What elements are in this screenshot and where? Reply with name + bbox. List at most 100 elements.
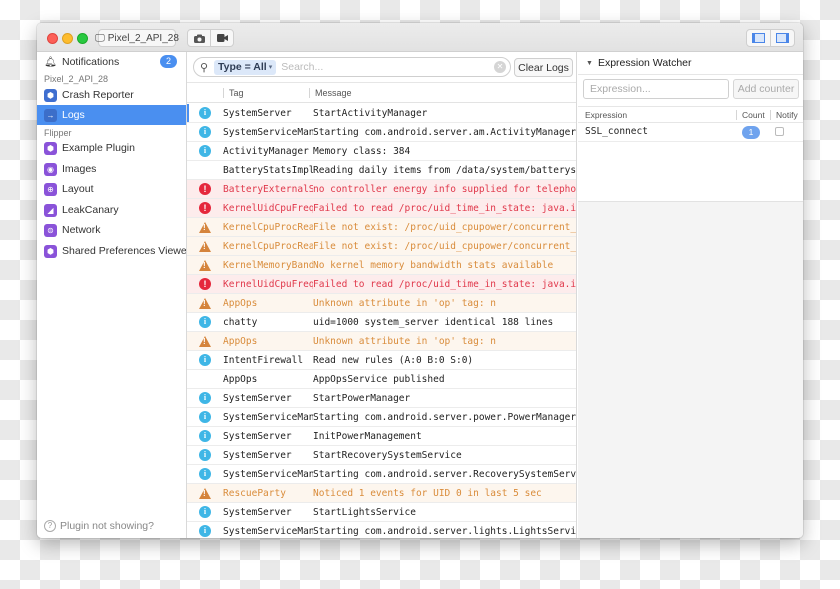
expression-name: SSL_connect <box>585 126 648 137</box>
log-message: Noticed 1 events for UID 0 in last 5 sec <box>313 487 542 499</box>
log-level-cell: i <box>187 316 223 328</box>
column-header-message[interactable]: Message <box>309 88 352 98</box>
sidebar-item-network[interactable]: ⊜ Network <box>37 220 186 240</box>
log-row[interactable]: i SystemServer InitPowerManagement <box>187 427 576 446</box>
info-icon: i <box>199 411 211 423</box>
add-counter-button[interactable]: Add counter <box>733 79 799 99</box>
error-icon: ! <box>199 183 211 195</box>
expression-watcher-header[interactable]: ▼ Expression Watcher <box>586 57 692 69</box>
log-tag: BatteryStatsImpl <box>223 164 313 176</box>
log-tag: SystemServiceManager <box>223 525 313 537</box>
log-tag: ActivityManager <box>223 145 309 157</box>
sidebar-item-crash-reporter[interactable]: ⬢ Crash Reporter <box>37 85 186 105</box>
log-row[interactable]: AppOps Unknown attribute in 'op' tag: n <box>187 294 576 313</box>
log-message: StartActivityManager <box>313 107 428 119</box>
log-message: StartPowerManager <box>313 392 411 404</box>
log-message: AppOpsService published <box>313 373 445 385</box>
info-icon: i <box>199 525 211 537</box>
log-level-cell: i <box>187 468 223 480</box>
screenshot-button[interactable] <box>187 29 211 47</box>
sidebar-item-layout[interactable]: ⊕ Layout <box>37 179 186 199</box>
log-row[interactable]: ! BatteryExternalStatsWorkerno controller… <box>187 180 576 199</box>
close-window-button[interactable] <box>47 33 58 44</box>
column-header-tag[interactable]: Tag <box>223 88 244 98</box>
log-message: No kernel memory bandwidth stats availab… <box>313 259 554 271</box>
log-tag: AppOps <box>223 335 258 347</box>
clear-search-icon[interactable]: ✕ <box>494 61 506 73</box>
log-row[interactable]: KernelCpuProcReaderFile not exist: /proc… <box>187 237 576 256</box>
search-box[interactable]: ⚲ Type = All ▾ ✕ <box>193 57 511 77</box>
log-level-cell: i <box>187 392 223 404</box>
log-level-cell: i <box>187 506 223 518</box>
log-row[interactable]: ! KernelUidCpuFreqTimeReaderFailed to rea… <box>187 199 576 218</box>
toggle-left-sidebar-button[interactable] <box>746 29 771 47</box>
expression-count: 1 <box>742 126 760 139</box>
log-row[interactable]: i SystemServiceManagerStarting com.androi… <box>187 123 576 142</box>
toggle-right-sidebar-button[interactable] <box>770 29 795 47</box>
info-icon: i <box>199 506 211 518</box>
log-row[interactable]: i SystemServer StartLightsService <box>187 503 576 522</box>
log-row[interactable]: RescueParty Noticed 1 events for UID 0 in… <box>187 484 576 503</box>
log-row[interactable]: AppOps AppOpsService published <box>187 370 576 389</box>
sidebar-item-logs[interactable]: → Logs <box>37 105 186 125</box>
log-row[interactable]: ! KernelUidCpuFreqTimeReaderFailed to rea… <box>187 275 576 294</box>
plugin-not-showing-link[interactable]: ? Plugin not showing? <box>44 520 154 532</box>
log-level-cell <box>187 335 223 347</box>
expression-row[interactable]: SSL_connect 1 <box>578 123 803 142</box>
log-row[interactable]: KernelMemoryBandwidthStatsNo kernel memo… <box>187 256 576 275</box>
log-level-cell: i <box>187 145 223 157</box>
log-level-cell: i <box>187 411 223 423</box>
log-tag: KernelCpuProcReader <box>223 221 313 233</box>
log-row[interactable]: i SystemServiceManagerStarting com.androi… <box>187 522 576 538</box>
sidebar-item-notifications[interactable]: 🔔︎ Notifications 2 <box>37 52 186 72</box>
warning-icon <box>199 335 211 347</box>
device-selector-button[interactable]: 🖵 Pixel_2_API_28 <box>95 29 179 47</box>
sidebar-item-leakcanary[interactable]: ◢ LeakCanary <box>37 200 186 220</box>
log-row[interactable]: i SystemServiceManagerStarting com.androi… <box>187 465 576 484</box>
log-tag: SystemServiceManager <box>223 126 313 138</box>
question-icon: ? <box>44 520 56 532</box>
warning-icon <box>199 240 211 252</box>
log-row[interactable]: i ActivityManager Memory class: 384 <box>187 142 576 161</box>
log-message: InitPowerManagement <box>313 430 422 442</box>
log-level-cell: i <box>187 449 223 461</box>
warning-icon <box>199 297 211 309</box>
expression-input[interactable] <box>583 79 729 99</box>
sidebar-item-example-plugin[interactable]: ⬢ Example Plugin <box>37 138 186 158</box>
sidebar-item-images[interactable]: ◉ Images <box>37 159 186 179</box>
column-header-expression: Expression <box>585 110 628 120</box>
clear-logs-button[interactable]: Clear Logs <box>514 58 573 77</box>
right-sidebar-toggle-icon <box>776 33 789 43</box>
log-row[interactable]: i IntentFirewall Read new rules (A:0 B:0 S… <box>187 351 576 370</box>
log-level-cell: ! <box>187 202 223 214</box>
log-row[interactable]: i chatty uid=1000 system_server identical … <box>187 313 576 332</box>
log-row[interactable]: BatteryStatsImpl Reading daily items from… <box>187 161 576 180</box>
section-header-flipper: Flipper <box>44 128 72 138</box>
log-level-cell: i <box>187 525 223 537</box>
search-toolbar: ⚲ Type = All ▾ ✕ Clear Logs <box>187 52 576 83</box>
sidebar-item-shared-preferences[interactable]: ⬢ Shared Preferences Viewer <box>37 241 186 261</box>
log-row[interactable]: i SystemServiceManagerStarting com.androi… <box>187 408 576 427</box>
sidebar-item-label: Images <box>62 163 97 175</box>
log-row[interactable]: i SystemServer StartRecoverySystemService <box>187 446 576 465</box>
zoom-window-button[interactable] <box>77 33 88 44</box>
log-row[interactable]: AppOps Unknown attribute in 'op' tag: n <box>187 332 576 351</box>
log-tag: KernelMemoryBandwidthStats <box>223 259 313 271</box>
info-icon: i <box>199 430 211 442</box>
search-input[interactable] <box>281 61 482 73</box>
notify-checkbox[interactable] <box>775 127 784 136</box>
type-filter-token[interactable]: Type = All ▾ <box>214 59 277 75</box>
column-header-count: Count <box>736 110 765 120</box>
log-message: Failed to read /proc/uid_time_in_state: … <box>313 202 576 214</box>
record-button[interactable] <box>210 29 234 47</box>
flipper-window: 🖵 Pixel_2_API_28 🔔︎ Notifications 2 Pixe… <box>37 23 803 538</box>
info-icon: i <box>199 468 211 480</box>
minimize-window-button[interactable] <box>62 33 73 44</box>
log-row[interactable]: i SystemServer StartPowerManager <box>187 389 576 408</box>
info-icon: i <box>199 316 211 328</box>
box-icon: ⬢ <box>44 141 57 155</box>
log-tag: BatteryExternalStatsWorker <box>223 183 313 195</box>
log-row[interactable]: KernelCpuProcReaderFile not exist: /proc… <box>187 218 576 237</box>
log-message: StartRecoverySystemService <box>313 449 462 461</box>
log-row[interactable]: i SystemServer StartActivityManager <box>187 104 576 123</box>
